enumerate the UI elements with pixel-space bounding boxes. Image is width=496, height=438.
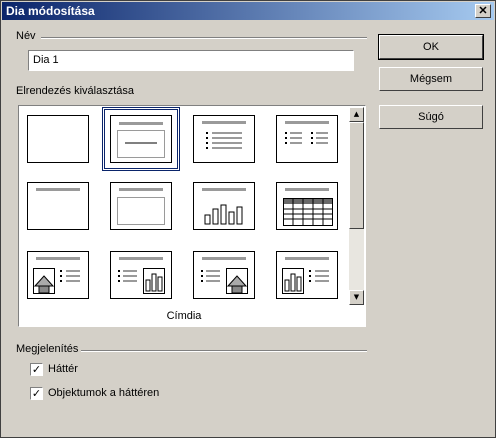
layout-empty[interactable] — [27, 115, 89, 163]
layout-title-2content[interactable] — [276, 115, 338, 163]
layout-title-bar — [119, 257, 163, 260]
layout-centered-text[interactable] — [110, 182, 172, 230]
layout-title-bar — [285, 188, 329, 191]
cancel-button[interactable]: Mégsem — [379, 67, 483, 91]
layout-title-bar — [36, 188, 80, 191]
background-checkbox-label[interactable]: Háttér — [48, 363, 78, 375]
scroll-down-button[interactable]: ▼ — [349, 290, 364, 305]
close-button[interactable]: ✕ — [475, 4, 491, 18]
layout-title-bar — [202, 121, 246, 124]
layout-bullets-right — [311, 132, 315, 147]
layout-scrollbar[interactable]: ▲ ▼ — [349, 107, 364, 305]
layout-title-bar — [119, 188, 163, 191]
layout-placeholder — [117, 197, 165, 225]
layout-text-lines — [212, 132, 242, 152]
arrow-down-icon: ▼ — [353, 293, 360, 301]
scroll-thumb[interactable] — [349, 122, 364, 229]
layout-title-bar — [202, 257, 246, 260]
layout-title-content[interactable] — [193, 115, 255, 163]
layout-section-label: Elrendezés kiválasztása — [16, 85, 135, 97]
layout-text-lines — [123, 270, 137, 285]
close-icon: ✕ — [478, 5, 488, 17]
slide-name-input[interactable]: Dia 1 — [28, 50, 354, 71]
layout-text-left — [290, 132, 302, 147]
help-button[interactable]: Súgó — [379, 105, 483, 129]
layout-caption: Címdia — [166, 310, 202, 322]
name-section-label: Név — [16, 30, 36, 42]
title-bar[interactable]: Dia módosítása ✕ — [2, 2, 494, 20]
layout-subtitle-bar — [125, 142, 157, 144]
layout-text-lines — [315, 270, 329, 285]
layout-title-chart[interactable] — [193, 182, 255, 230]
clipart-icon — [33, 268, 55, 294]
checkmark-icon: ✓ — [31, 363, 42, 376]
name-separator — [41, 37, 367, 39]
dialog-window: Dia módosítása ✕ Név Dia 1 OK Mégsem Súg… — [0, 0, 496, 438]
layout-bullets — [206, 132, 210, 152]
layout-title-clipart-text[interactable] — [27, 251, 89, 299]
background-objects-checkbox-label[interactable]: Objektumok a háttéren — [48, 387, 159, 399]
layout-title-bar — [202, 188, 246, 191]
layout-title-only[interactable] — [27, 182, 89, 230]
scroll-up-button[interactable]: ▲ — [349, 107, 364, 122]
layout-text-lines — [66, 270, 80, 285]
layout-title-chart-text[interactable] — [276, 251, 338, 299]
arrow-up-icon: ▲ — [353, 110, 360, 118]
chart-icon — [143, 268, 165, 294]
display-separator — [81, 350, 367, 352]
layout-bullets — [60, 270, 64, 285]
chart-icon — [282, 268, 304, 294]
layout-title-table[interactable] — [276, 182, 338, 230]
layout-bullets — [201, 270, 205, 285]
layout-bullets-left — [285, 132, 289, 147]
layout-title-center[interactable] — [110, 115, 172, 163]
layout-text-right — [316, 132, 328, 147]
table-icon — [283, 198, 333, 226]
layout-title-bar — [285, 257, 329, 260]
background-objects-checkbox[interactable]: ✓ — [30, 387, 43, 400]
layout-title-text-clipart[interactable] — [193, 251, 255, 299]
layout-text-lines — [206, 270, 220, 285]
layout-title-text-chart[interactable] — [110, 251, 172, 299]
chart-icon — [204, 204, 243, 225]
layout-title-bar — [119, 122, 163, 125]
display-section-label: Megjelenítés — [16, 343, 79, 355]
layout-title-bar — [285, 121, 329, 124]
layout-bullets — [118, 270, 122, 285]
background-checkbox[interactable]: ✓ — [30, 363, 43, 376]
clipart-icon — [226, 268, 248, 294]
ok-button[interactable]: OK — [378, 34, 484, 60]
layout-placeholder — [117, 130, 165, 158]
layout-bullets — [309, 270, 313, 285]
layout-title-bar — [36, 257, 80, 260]
checkmark-icon: ✓ — [31, 387, 42, 400]
window-title: Dia módosítása — [6, 4, 95, 18]
